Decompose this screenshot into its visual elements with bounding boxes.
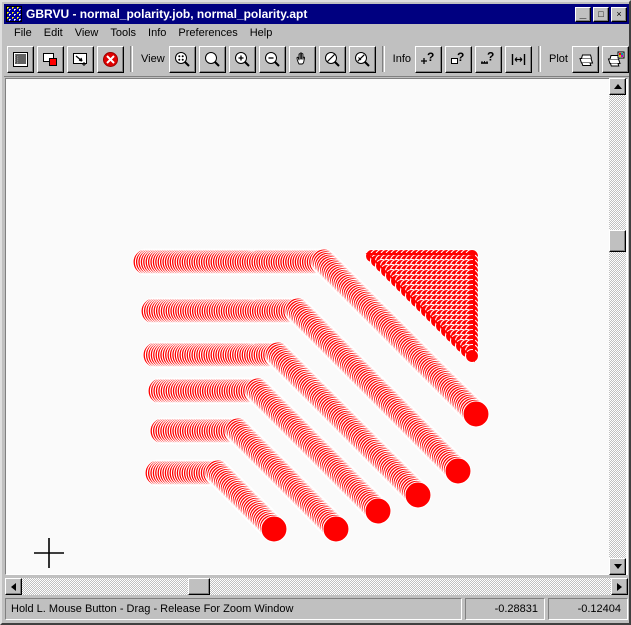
delete-button[interactable] <box>97 45 124 73</box>
scroll-down-button[interactable] <box>609 558 626 575</box>
print-button[interactable] <box>571 45 599 73</box>
zoom-previous-button[interactable] <box>318 45 346 73</box>
minimize-button[interactable]: _ <box>575 5 591 22</box>
toolbar-separator-3 <box>538 46 542 72</box>
zoom-window-button[interactable] <box>198 45 226 73</box>
svg-text:?: ? <box>427 50 434 64</box>
title-bar[interactable]: GBRVU - normal_polarity.job, normal_pola… <box>4 4 629 24</box>
window-title: GBRVU - normal_polarity.job, normal_pola… <box>26 7 308 21</box>
maximize-button[interactable]: □ <box>593 6 609 22</box>
close-icon: × <box>616 8 622 19</box>
gerber-plot-canvas[interactable] <box>6 79 606 574</box>
menu-item-help[interactable]: Help <box>244 26 279 40</box>
menu-item-edit[interactable]: Edit <box>38 26 69 40</box>
status-coord-y: -0.12404 <box>548 598 628 620</box>
apertures-button[interactable] <box>37 45 64 73</box>
zoom-out-icon <box>264 51 280 67</box>
status-message: Hold L. Mouse Button - Drag - Release Fo… <box>5 598 462 620</box>
toolbar-separator-2 <box>381 46 385 72</box>
toolbar-plot-label: Plot <box>549 53 568 65</box>
toolbar-group-info: ? ? ? <box>415 45 533 73</box>
shape-overlay-icon <box>43 52 57 66</box>
measure-query-icon: ? <box>481 50 494 64</box>
scroll-right-button[interactable] <box>611 578 628 595</box>
menu-item-view[interactable]: View <box>69 26 105 40</box>
layers-button[interactable] <box>7 45 34 73</box>
svg-text:?: ? <box>457 50 464 64</box>
zoom-out-button[interactable] <box>258 45 286 73</box>
toolbar-group-plot <box>571 45 629 73</box>
horizontal-scroll-track[interactable] <box>5 578 628 595</box>
vertical-scroll-track[interactable] <box>609 78 626 575</box>
chevron-down-icon <box>613 564 622 569</box>
toolbar-group-view <box>168 45 376 73</box>
zoom-redraw-button[interactable] <box>348 45 376 73</box>
toolbar-group-file <box>7 45 124 73</box>
zoom-full-icon <box>174 51 190 67</box>
info-point-button[interactable]: ? <box>415 45 443 73</box>
maximize-icon: □ <box>598 8 604 19</box>
hand-pan-icon <box>296 51 305 64</box>
window-controls: _ □ × <box>575 5 627 22</box>
chevron-up-icon <box>613 84 622 89</box>
layers-stack-icon <box>13 51 28 67</box>
status-bar: Hold L. Mouse Button - Drag - Release Fo… <box>5 598 628 620</box>
scroll-up-button[interactable] <box>609 78 626 95</box>
pan-button[interactable] <box>288 45 316 73</box>
horizontal-scrollbar[interactable] <box>5 578 628 595</box>
distance-icon <box>511 53 526 65</box>
select-rect-icon <box>73 52 87 66</box>
print-color-button[interactable] <box>601 45 629 73</box>
zoom-in-icon <box>234 51 250 67</box>
select-button[interactable] <box>67 45 94 73</box>
zoom-in-button[interactable] <box>228 45 256 73</box>
printer-color-icon <box>607 51 625 66</box>
red-cancel-icon <box>103 51 118 67</box>
toolbar: View Info ? ? ? Plot <box>4 42 629 77</box>
zoom-full-button[interactable] <box>168 45 196 73</box>
status-coord-x: -0.28831 <box>465 598 545 620</box>
gerber-app-icon <box>6 6 22 22</box>
point-query-icon: ? <box>421 50 434 64</box>
minimize-icon: _ <box>579 5 587 20</box>
vertical-scrollbar[interactable] <box>609 78 626 575</box>
menu-item-tools[interactable]: Tools <box>104 26 142 40</box>
menu-item-file[interactable]: File <box>8 26 38 40</box>
measure-distance-button[interactable] <box>505 45 533 73</box>
info-measure-button[interactable]: ? <box>475 45 503 73</box>
toolbar-separator-1 <box>130 46 133 72</box>
close-button[interactable]: × <box>611 6 627 22</box>
chevron-right-icon <box>617 582 622 591</box>
menu-item-preferences[interactable]: Preferences <box>172 26 243 40</box>
plot-client-area[interactable] <box>5 78 628 575</box>
horizontal-scroll-thumb[interactable] <box>188 578 210 595</box>
chevron-left-icon <box>11 582 16 591</box>
zoom-redraw-icon <box>354 51 370 67</box>
object-query-icon: ? <box>451 50 464 64</box>
info-object-button[interactable]: ? <box>445 45 473 73</box>
menu-item-info[interactable]: Info <box>142 26 172 40</box>
gbrvu-window: GBRVU - normal_polarity.job, normal_pola… <box>0 0 631 625</box>
toolbar-view-label: View <box>141 53 165 65</box>
menu-bar: File Edit View Tools Info Preferences He… <box>4 24 629 42</box>
toolbar-info-label: Info <box>392 53 412 65</box>
zoom-prev-icon <box>324 51 340 67</box>
svg-text:?: ? <box>487 50 494 64</box>
scroll-left-button[interactable] <box>5 578 22 595</box>
printer-icon <box>579 54 594 66</box>
magnifier-icon <box>204 51 220 67</box>
vertical-scroll-thumb[interactable] <box>609 230 626 252</box>
